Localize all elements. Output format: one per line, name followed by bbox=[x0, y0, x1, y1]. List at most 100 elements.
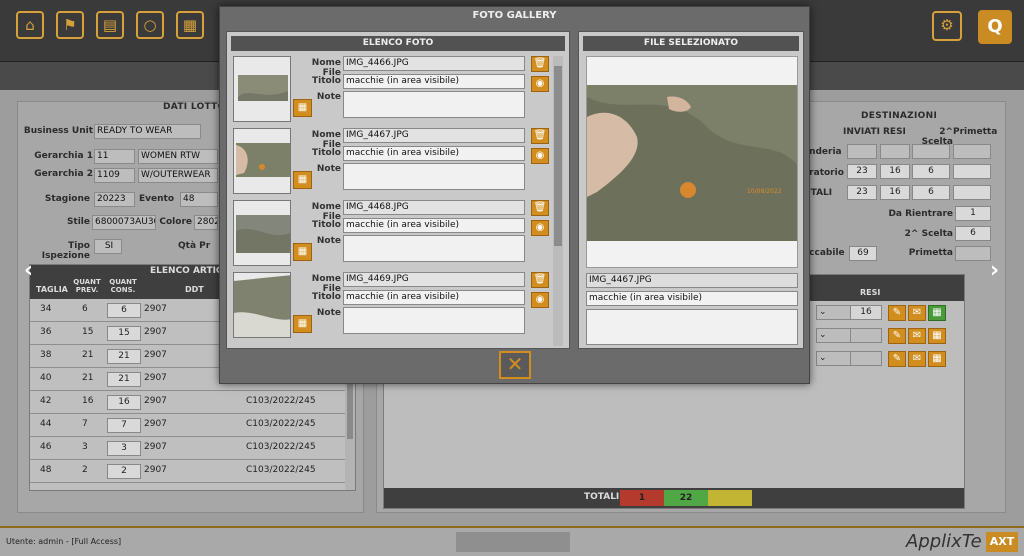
business-unit-field[interactable]: READY TO WEAR bbox=[94, 124, 201, 139]
stile-field[interactable]: 6800073AU30 bbox=[92, 215, 156, 230]
photo-list-item[interactable]: ▦ Nome File IMG_4468.JPG Titolo macchie (in … bbox=[233, 200, 551, 268]
nome-file-field[interactable]: IMG_4469.JPG bbox=[343, 272, 525, 287]
mail-icon[interactable]: ✉ bbox=[908, 305, 926, 321]
photo-scrollbar-thumb[interactable] bbox=[554, 66, 562, 246]
colore-field[interactable]: 2802 bbox=[194, 215, 218, 230]
photo-thumbnail[interactable] bbox=[233, 128, 291, 194]
scrollbar-thumb[interactable] bbox=[347, 379, 353, 439]
ddt-cell: 2907 bbox=[144, 442, 167, 452]
close-icon[interactable]: ✕ bbox=[499, 351, 531, 379]
nome-file-field[interactable]: IMG_4467.JPG bbox=[343, 128, 525, 143]
cons-field[interactable]: 2 bbox=[107, 464, 141, 479]
edit-icon[interactable]: ✎ bbox=[888, 328, 906, 344]
dest-col-primetta: Primetta bbox=[953, 127, 998, 137]
edit-icon[interactable]: ✎ bbox=[888, 305, 906, 321]
gerarchia1-code-field[interactable]: 11 bbox=[94, 149, 135, 164]
dest-cell[interactable] bbox=[880, 144, 910, 159]
image-icon[interactable]: ▦ bbox=[928, 328, 946, 344]
dest-cell[interactable]: 6 bbox=[912, 185, 950, 200]
cons-field[interactable]: 7 bbox=[107, 418, 141, 433]
trash-icon[interactable]: 🗑 bbox=[531, 56, 549, 72]
table-row[interactable]: 46 3 3 2907 C103/2022/245 bbox=[30, 437, 355, 460]
titolo-field[interactable]: macchie (in area visibile) bbox=[343, 146, 525, 161]
prev-arrow-icon[interactable]: ‹ bbox=[24, 258, 33, 283]
gerarchia2-name-field[interactable]: W/OUTERWEAR bbox=[138, 168, 218, 183]
gear-icon[interactable]: ⚙ bbox=[932, 11, 962, 41]
dest-cell[interactable]: 16 bbox=[880, 164, 910, 179]
dest-cell[interactable] bbox=[953, 164, 991, 179]
titolo-field[interactable]: macchie (in area visibile) bbox=[343, 290, 525, 305]
tipo-ispezione-field[interactable]: SI bbox=[94, 239, 122, 254]
eye-icon[interactable]: ◉ bbox=[531, 76, 549, 92]
gerarchia2-code-field[interactable]: 1109 bbox=[94, 168, 135, 183]
dest-cell[interactable]: 23 bbox=[847, 185, 877, 200]
cons-field[interactable]: 21 bbox=[107, 349, 141, 364]
image-icon[interactable]: ▦ bbox=[928, 305, 946, 321]
status-center-block bbox=[456, 532, 570, 552]
resi-value-2[interactable] bbox=[850, 328, 882, 343]
eye-icon[interactable]: ◉ bbox=[531, 292, 549, 308]
dest-cell[interactable] bbox=[953, 144, 991, 159]
cons-field[interactable]: 6 bbox=[107, 303, 141, 318]
trash-icon[interactable]: 🗑 bbox=[531, 272, 549, 288]
cons-field[interactable]: 15 bbox=[107, 326, 141, 341]
gerarchia1-name-field[interactable]: WOMEN RTW bbox=[138, 149, 218, 164]
selected-photo[interactable]: 10/08/2022 bbox=[586, 56, 798, 268]
app-logo[interactable]: Q bbox=[978, 10, 1012, 44]
table-row[interactable]: 42 16 16 2907 C103/2022/245 bbox=[30, 391, 355, 414]
mail-icon[interactable]: ✉ bbox=[908, 328, 926, 344]
seconda-scelta-field[interactable]: 6 bbox=[955, 226, 991, 241]
dest-cell[interactable]: 16 bbox=[880, 185, 910, 200]
photo-list-item[interactable]: ▦ Nome File IMG_4469.JPG Titolo macchie (in … bbox=[233, 272, 551, 340]
edit-icon[interactable]: ✎ bbox=[888, 351, 906, 367]
dest-cell[interactable]: 6 bbox=[912, 164, 950, 179]
primetta-field[interactable] bbox=[955, 246, 991, 261]
image-icon[interactable]: ▦ bbox=[176, 11, 204, 39]
cons-field[interactable]: 21 bbox=[107, 372, 141, 387]
shirt-icon[interactable]: ⚑ bbox=[56, 11, 84, 39]
selected-file-name[interactable]: IMG_4467.JPG bbox=[586, 273, 798, 288]
resi-value-1[interactable]: 16 bbox=[850, 305, 882, 320]
next-arrow-icon[interactable]: › bbox=[990, 258, 999, 283]
dest-cell[interactable]: 23 bbox=[847, 164, 877, 179]
selected-titolo[interactable]: macchie (in area visibile) bbox=[586, 291, 798, 306]
document-icon[interactable]: ▤ bbox=[96, 11, 124, 39]
cons-field[interactable]: 3 bbox=[107, 441, 141, 456]
trash-icon[interactable]: 🗑 bbox=[531, 200, 549, 216]
prev-cell: 3 bbox=[82, 442, 88, 452]
dest-cell[interactable] bbox=[847, 144, 877, 159]
cons-field[interactable]: 16 bbox=[107, 395, 141, 410]
photo-list-item[interactable]: ▦ Nome File IMG_4466.JPG Titolo macchie (in … bbox=[233, 56, 551, 124]
photo-thumbnail[interactable] bbox=[233, 272, 291, 338]
titolo-field[interactable]: macchie (in area visibile) bbox=[343, 74, 525, 89]
trash-icon[interactable]: 🗑 bbox=[531, 128, 549, 144]
evento-field[interactable]: 48 bbox=[180, 192, 218, 207]
photo-list-item[interactable]: ▦ Nome File IMG_4467.JPG Titolo macchie (in … bbox=[233, 128, 551, 196]
image-icon[interactable]: ▦ bbox=[928, 351, 946, 367]
resi-value-3[interactable] bbox=[850, 351, 882, 366]
occabile-field[interactable]: 69 bbox=[849, 246, 877, 261]
titolo-field[interactable]: macchie (in area visibile) bbox=[343, 218, 525, 233]
photo-thumbnail[interactable] bbox=[233, 200, 291, 266]
nome-file-field[interactable]: IMG_4466.JPG bbox=[343, 56, 525, 71]
eye-icon[interactable]: ◉ bbox=[531, 148, 549, 164]
note-field[interactable] bbox=[343, 307, 525, 334]
table-row[interactable]: 48 2 2 2907 C103/2022/245 bbox=[30, 460, 355, 483]
brand-name: ApplixTe bbox=[906, 531, 982, 552]
dest-cell[interactable] bbox=[912, 144, 950, 159]
eye-icon[interactable]: ◉ bbox=[531, 220, 549, 236]
photo-thumbnail[interactable] bbox=[233, 56, 291, 122]
home-icon[interactable]: ⌂ bbox=[16, 11, 44, 39]
mail-icon[interactable]: ✉ bbox=[908, 351, 926, 367]
photo-list-scrollbar[interactable] bbox=[553, 56, 563, 346]
note-field[interactable] bbox=[343, 235, 525, 262]
da-rientrare-field[interactable]: 1 bbox=[955, 206, 991, 221]
dest-cell[interactable] bbox=[953, 185, 991, 200]
selected-note[interactable] bbox=[586, 309, 798, 345]
nome-file-field[interactable]: IMG_4468.JPG bbox=[343, 200, 525, 215]
stagione-field[interactable]: 20223 bbox=[94, 192, 135, 207]
chat-icon[interactable]: ○ bbox=[136, 11, 164, 39]
note-field[interactable] bbox=[343, 91, 525, 118]
note-field[interactable] bbox=[343, 163, 525, 190]
table-row[interactable]: 44 7 7 2907 C103/2022/245 bbox=[30, 414, 355, 437]
